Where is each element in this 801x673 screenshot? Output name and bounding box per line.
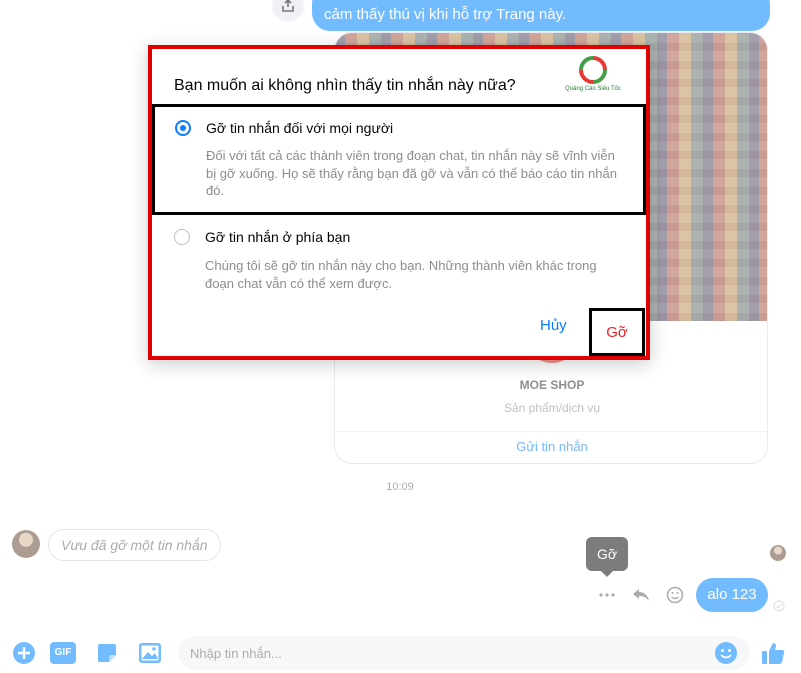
radio-selected[interactable] — [175, 120, 191, 136]
option-description: Đối với tất cả các thành viên trong đoạn… — [206, 148, 617, 198]
dialog-title: Bạn muốn ai không nhìn thấy tin nhắn này… — [174, 77, 516, 94]
option-remove-for-everyone[interactable]: Gỡ tin nhắn đối với mọi người Đối với tấ… — [152, 104, 646, 215]
option-remove-for-you[interactable]: Gỡ tin nhắn ở phía bạn Chúng tôi sẽ gỡ t… — [152, 215, 646, 305]
cancel-button[interactable]: Hủy — [540, 317, 567, 334]
brand-logo-icon — [579, 56, 607, 84]
brand-text: Quảng Cáo Siêu Tốc — [565, 86, 621, 92]
option-label: Gỡ tin nhắn ở phía bạn — [205, 229, 351, 245]
option-description: Chúng tôi sẽ gỡ tin nhắn này cho bạn. Nh… — [205, 258, 597, 291]
remove-message-dialog: Bạn muốn ai không nhìn thấy tin nhắn này… — [148, 45, 650, 360]
brand-logo: Quảng Cáo Siêu Tốc — [562, 55, 624, 101]
radio-unselected[interactable] — [174, 229, 190, 245]
option-label: Gỡ tin nhắn đối với mọi người — [206, 120, 394, 136]
remove-button[interactable]: Gỡ — [589, 308, 645, 356]
